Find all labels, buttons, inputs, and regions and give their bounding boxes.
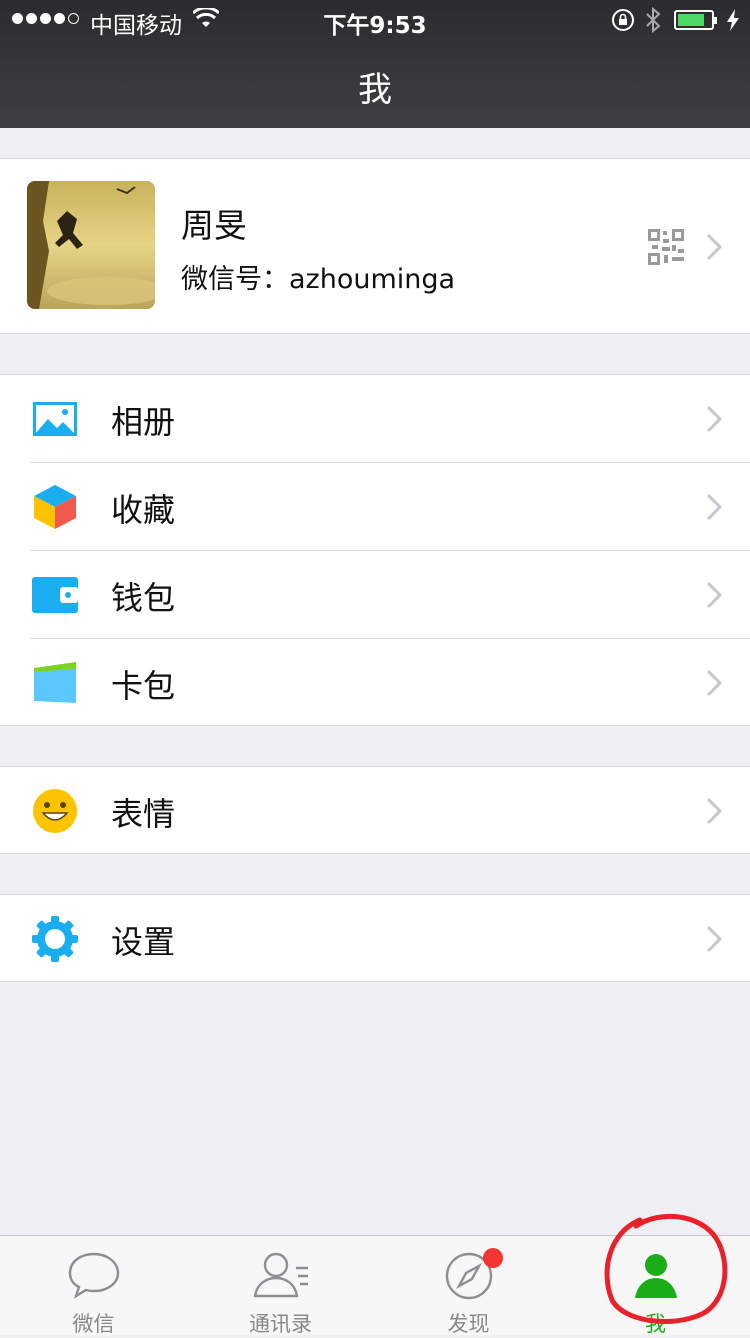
- chat-bubble-icon: [68, 1252, 119, 1299]
- menu-item-wallet[interactable]: 钱包: [0, 551, 750, 638]
- profile-name: 周旻: [181, 206, 247, 245]
- menu-item-album[interactable]: 相册: [0, 375, 750, 462]
- menu-group-features: 相册 收藏 钱包 卡包: [0, 374, 750, 726]
- menu-item-label: 表情: [111, 795, 176, 833]
- menu-item-label: 卡包: [111, 667, 176, 705]
- tab-discover[interactable]: 发现: [375, 1236, 562, 1336]
- wallet-icon: [32, 572, 78, 618]
- bluetooth-icon: [644, 6, 662, 37]
- menu-item-label: 相册: [111, 403, 176, 441]
- menu-item-label: 收藏: [111, 491, 176, 529]
- top-bar: 中国移动 下午9:53 我: [0, 0, 750, 128]
- menu-item-favorites[interactable]: 收藏: [0, 463, 750, 550]
- menu-item-label: 设置: [111, 923, 176, 961]
- chevron-right-icon: [706, 493, 723, 525]
- chevron-right-icon: [706, 581, 723, 613]
- menu-item-cards[interactable]: 卡包: [0, 639, 750, 726]
- status-bar: 中国移动 下午9:53: [0, 0, 750, 40]
- avatar[interactable]: [27, 181, 155, 309]
- menu-group-stickers: 表情: [0, 766, 750, 854]
- profile-card[interactable]: 周旻 微信号：azhouminga: [0, 158, 750, 334]
- photo-album-icon: [32, 396, 78, 442]
- annotation-circle: [604, 1213, 728, 1325]
- favorites-cube-icon: [32, 484, 78, 530]
- chevron-right-icon: [706, 797, 723, 829]
- menu-item-settings[interactable]: 设置: [0, 895, 750, 982]
- card-wallet-icon: [32, 660, 78, 706]
- battery-icon: [674, 10, 717, 30]
- contacts-icon: [253, 1252, 308, 1298]
- profile-wechat-id: 微信号：azhouminga: [181, 264, 456, 295]
- menu-group-settings: 设置: [0, 894, 750, 982]
- notification-badge: [483, 1248, 503, 1268]
- menu-item-label: 钱包: [111, 579, 176, 617]
- smiley-icon: [32, 788, 78, 834]
- charging-icon: [726, 9, 740, 35]
- rotation-lock-icon: [611, 8, 635, 36]
- chevron-right-icon: [706, 233, 723, 265]
- menu-item-stickers[interactable]: 表情: [0, 767, 750, 854]
- chevron-right-icon: [706, 925, 723, 957]
- settings-gear-icon: [32, 916, 78, 962]
- page-title: 我: [358, 70, 392, 110]
- tab-chats[interactable]: 微信: [0, 1236, 187, 1336]
- chevron-right-icon: [706, 405, 723, 437]
- chevron-right-icon: [706, 669, 723, 701]
- tab-contacts[interactable]: 通讯录: [187, 1236, 374, 1336]
- status-time: 下午9:53: [323, 13, 427, 39]
- qr-code-icon[interactable]: [648, 229, 684, 269]
